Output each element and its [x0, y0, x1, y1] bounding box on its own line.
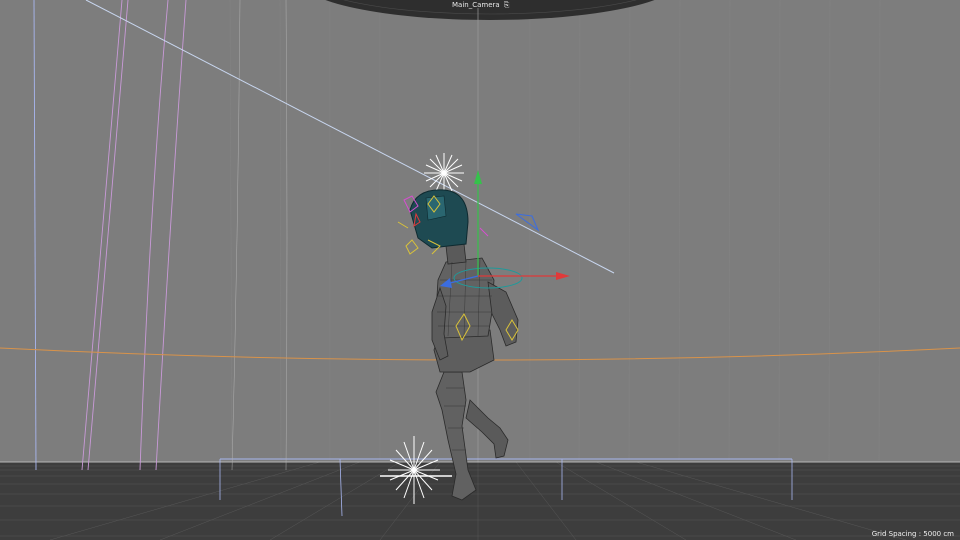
3d-viewport[interactable]: Main_Camera ⎘ Grid Spacing : 5000 cm	[0, 0, 960, 540]
light-burst-icon[interactable]	[424, 153, 464, 193]
camera-label[interactable]: Main_Camera ⎘	[452, 1, 509, 10]
grid-spacing-readout: Grid Spacing : 5000 cm	[871, 530, 954, 538]
camera-name[interactable]: Main_Camera	[452, 1, 500, 9]
floor-plane	[0, 462, 960, 540]
viewport-scene[interactable]	[0, 0, 960, 540]
camera-icon[interactable]: ⎘	[504, 1, 510, 10]
